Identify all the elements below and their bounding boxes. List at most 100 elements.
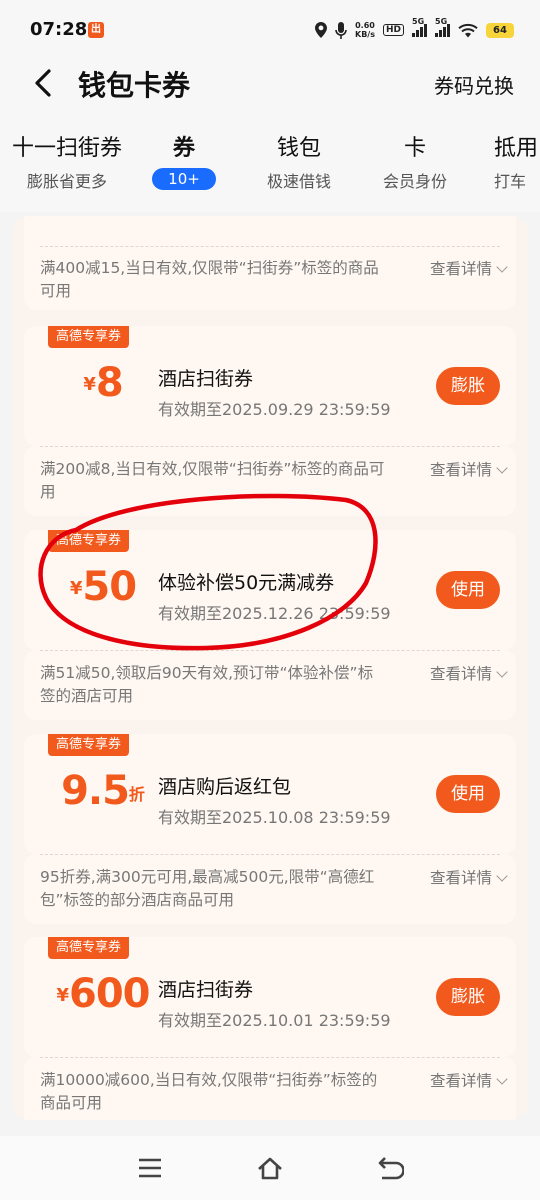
- discount-unit: 折: [128, 785, 145, 804]
- coupon-detail: 满200减8,当日有效,仅限带“扫街券”标签的商品可用 查看详情: [24, 446, 516, 516]
- view-details-label: 查看详情: [429, 260, 492, 278]
- use-coupon-button[interactable]: 使用: [436, 571, 500, 609]
- coupon-detail: 满10000减600,当日有效,仅限带“扫街券”标签的商品可用 查看详情: [24, 1057, 516, 1120]
- coupon-name: 酒店扫街券: [158, 368, 254, 390]
- coupon-amount: ¥600: [48, 971, 158, 1017]
- tab-vouchers[interactable]: 抵用 打车: [494, 130, 538, 192]
- tab-coupons[interactable]: 券 10+: [152, 130, 216, 190]
- chevron-down-icon: [496, 1073, 508, 1085]
- view-details-label: 查看详情: [429, 869, 492, 887]
- menu-icon[interactable]: [136, 1154, 164, 1182]
- dashed-divider: [40, 446, 500, 447]
- redeem-code-button[interactable]: 券码兑换: [434, 70, 514, 99]
- view-details-link[interactable]: 查看详情: [429, 257, 508, 279]
- coupon-rules: 满200减8,当日有效,仅限带“扫街券”标签的商品可用: [40, 460, 385, 501]
- page-header: 钱包卡券 券码兑换: [0, 60, 540, 106]
- coupon-amount: ¥8: [48, 360, 158, 406]
- view-details-label: 查看详情: [429, 665, 492, 683]
- back-nav-icon[interactable]: [376, 1154, 404, 1182]
- view-details-label: 查看详情: [429, 1072, 492, 1090]
- coupon-rules: 95折券,满300元可用,最高减500元,限带“高德红包”标签的部分酒店商品可用: [40, 868, 375, 909]
- signal-icon-sim1: 5G: [412, 17, 427, 37]
- tab-cards[interactable]: 卡 会员身份: [378, 130, 452, 192]
- sim1-label: 5G: [412, 17, 425, 26]
- tab-title: 券: [172, 136, 195, 161]
- coupon-detail: 95折券,满300元可用,最高减500元,限带“高德红包”标签的部分酒店商品可用…: [24, 854, 516, 924]
- tab-subtitle: 膨胀省更多: [27, 172, 108, 191]
- coupon-expiry: 有效期至2025.12.26 23:59:59: [158, 604, 391, 623]
- coupon-list[interactable]: 满400减15,当日有效,仅限带“扫街券”标签的商品可用 查看详情 高德专享券 …: [12, 216, 528, 1120]
- dashed-divider: [40, 854, 500, 855]
- amount-value: 50: [82, 564, 137, 610]
- location-icon: [315, 22, 327, 38]
- tab-title: 钱包: [276, 136, 321, 161]
- hd-voice-icon: HD: [382, 24, 404, 36]
- tab-subtitle: 打车: [494, 172, 527, 191]
- dashed-divider: [40, 246, 500, 247]
- tab-subtitle: 极速借钱: [266, 172, 331, 191]
- app-notification-icon: 出: [88, 22, 104, 38]
- tab-count-badge: 10+: [152, 168, 216, 190]
- dashed-divider: [40, 1057, 500, 1058]
- status-icons: 0.60 KB/s HD 5G 5G 64: [315, 17, 514, 42]
- view-details-link[interactable]: 查看详情: [429, 662, 508, 684]
- network-speed: 0.60 KB/s: [355, 21, 375, 39]
- tab-title: 抵用: [494, 136, 539, 161]
- currency-symbol: ¥: [83, 374, 96, 395]
- currency-symbol: ¥: [69, 578, 83, 599]
- signal-icon-sim2: 5G: [435, 17, 450, 37]
- coupon-name: 酒店扫街券: [158, 979, 254, 1001]
- chevron-down-icon: [496, 666, 508, 678]
- back-arrow-icon[interactable]: [30, 68, 56, 98]
- system-nav-bar: [0, 1136, 540, 1200]
- status-bar: 07:28 出 0.60 KB/s HD 5G 5G 64: [0, 0, 540, 60]
- tab-wallet[interactable]: 钱包 极速借钱: [262, 130, 336, 192]
- coupon-card: 高德专享券 ¥8 酒店扫街券 有效期至2025.09.29 23:59:59 膨…: [24, 326, 516, 446]
- coupon-expiry: 有效期至2025.10.01 23:59:59: [158, 1011, 391, 1030]
- microphone-icon: [335, 21, 347, 39]
- amount-value: 9.5: [61, 768, 130, 814]
- dashed-divider: [40, 650, 500, 651]
- chevron-down-icon: [496, 261, 508, 273]
- coupon-amount: ¥50: [48, 564, 158, 610]
- speed-value: 0.60: [355, 21, 375, 30]
- exclusive-tag: 高德专享券: [48, 734, 130, 756]
- coupon-expiry: 有效期至2025.10.08 23:59:59: [158, 808, 391, 827]
- view-details-link[interactable]: 查看详情: [429, 866, 508, 888]
- amount-value: 8: [95, 360, 124, 406]
- coupon-card: 高德专享券 ¥50 体验补偿50元满减券 有效期至2025.12.26 23:5…: [24, 530, 516, 650]
- exclusive-tag: 高德专享券: [48, 530, 130, 552]
- amount-value: 600: [69, 971, 150, 1017]
- coupon-rules: 满400减15,当日有效,仅限带“扫街券”标签的商品可用: [40, 259, 379, 300]
- chevron-down-icon: [496, 462, 508, 474]
- coupon-detail: 满51减50,领取后90天有效,预订带“体验补偿”标签的酒店可用 查看详情: [24, 650, 516, 720]
- view-details-label: 查看详情: [429, 461, 492, 479]
- battery-icon: 64: [486, 22, 514, 38]
- coupon-rules: 满51减50,领取后90天有效,预订带“体验补偿”标签的酒店可用: [40, 664, 374, 705]
- coupon-card: 高德专享券 ¥600 酒店扫街券 有效期至2025.10.01 23:59:59…: [24, 937, 516, 1057]
- tab-subtitle: 会员身份: [382, 172, 447, 191]
- coupon-card: 高德专享券 9.5折 酒店购后返红包 有效期至2025.10.08 23:59:…: [24, 734, 516, 854]
- page-title: 钱包卡券: [78, 69, 191, 102]
- expand-coupon-button[interactable]: 膨胀: [436, 978, 500, 1016]
- speed-unit: KB/s: [355, 30, 375, 39]
- chevron-down-icon: [496, 870, 508, 882]
- tab-street-coupon[interactable]: 十一扫街券 膨胀省更多: [12, 130, 122, 192]
- coupon-expiry: 有效期至2025.09.29 23:59:59: [158, 400, 391, 419]
- exclusive-tag: 高德专享券: [48, 937, 130, 959]
- view-details-link[interactable]: 查看详情: [429, 458, 508, 480]
- currency-symbol: ¥: [56, 985, 70, 1006]
- coupon-amount: 9.5折: [48, 768, 158, 814]
- tab-title: 十一扫街券: [12, 136, 123, 161]
- home-icon[interactable]: [256, 1154, 284, 1182]
- coupon-detail: 满400减15,当日有效,仅限带“扫街券”标签的商品可用 查看详情: [24, 216, 516, 310]
- sim2-label: 5G: [435, 17, 448, 26]
- wifi-icon: [458, 23, 478, 37]
- status-time: 07:28: [30, 19, 88, 40]
- coupon-name: 体验补偿50元满减券: [158, 572, 335, 594]
- expand-coupon-button[interactable]: 膨胀: [436, 367, 500, 405]
- view-details-link[interactable]: 查看详情: [429, 1069, 508, 1091]
- coupon-name: 酒店购后返红包: [158, 776, 292, 798]
- coupon-rules: 满10000减600,当日有效,仅限带“扫街券”标签的商品可用: [40, 1071, 378, 1112]
- use-coupon-button[interactable]: 使用: [436, 775, 500, 813]
